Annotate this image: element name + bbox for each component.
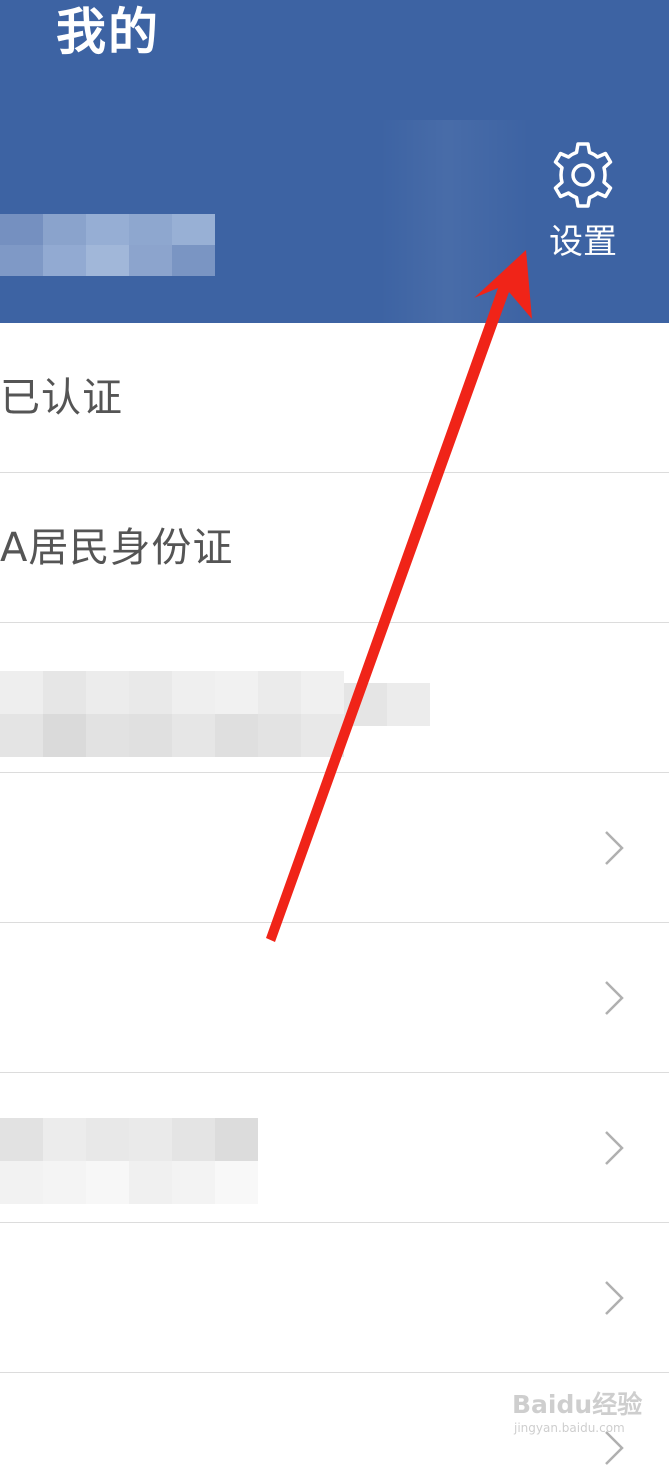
list-item-6[interactable] <box>0 1073 669 1223</box>
settings-label: 设置 <box>549 222 617 262</box>
header-light-streak <box>380 120 530 323</box>
redacted-id-number <box>0 653 430 757</box>
list-item-5[interactable] <box>0 923 669 1073</box>
list-item-redacted[interactable] <box>0 623 669 773</box>
settings-button[interactable]: 设置 <box>540 140 626 280</box>
list-item-verified[interactable]: 已认证 <box>0 323 669 473</box>
gear-icon <box>540 140 626 210</box>
redacted-item-label <box>0 1118 300 1208</box>
list-item-id-type[interactable]: A居民身份证 <box>0 473 669 623</box>
list-item-8[interactable] <box>0 1373 669 1465</box>
list-item-4[interactable] <box>0 773 669 923</box>
page-title: 我的 <box>56 3 160 61</box>
chevron-right-icon <box>605 1281 624 1315</box>
list-item-7[interactable] <box>0 1223 669 1373</box>
redacted-username <box>0 214 215 276</box>
profile-header: 我的 设置 <box>0 0 669 323</box>
chevron-right-icon <box>605 1131 624 1165</box>
chevron-right-icon <box>605 831 624 865</box>
id-type-label: A居民身份证 <box>0 525 234 571</box>
verified-status-label: 已认证 <box>0 375 123 421</box>
chevron-right-icon <box>605 981 624 1015</box>
